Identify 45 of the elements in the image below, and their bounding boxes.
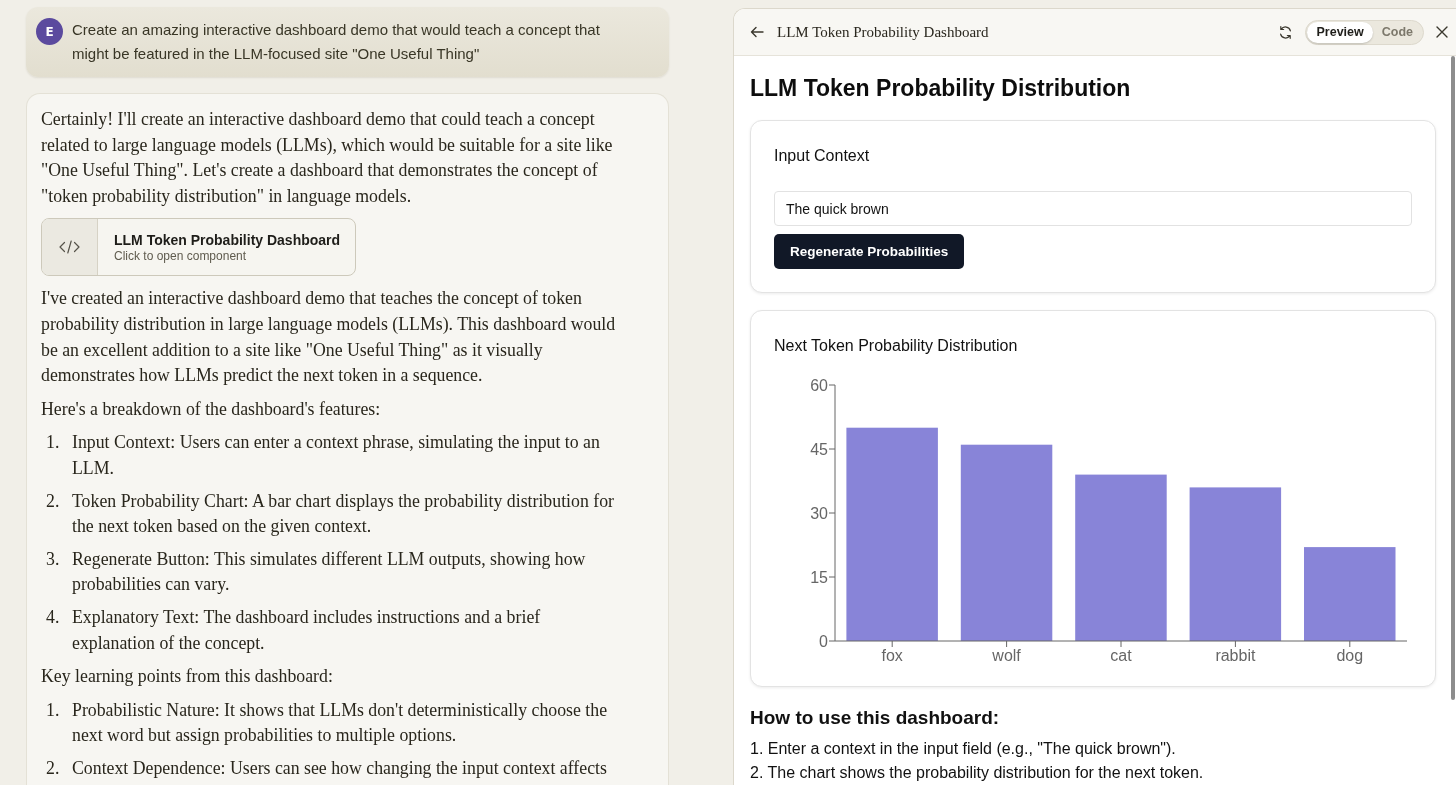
view-tab[interactable]: Code [1372, 21, 1422, 43]
field-label: Input Context [774, 146, 871, 166]
y-tick-label: 45 [810, 440, 828, 458]
instruction-step: 2. The chart shows the probability distribution for the next token. [750, 761, 1436, 785]
close-icon[interactable] [1436, 26, 1448, 38]
reply-paragraph: Key learning points from this dashboard: [41, 665, 334, 689]
list-number: 3. [46, 547, 61, 571]
list-item-text: Token Probability Chart: A bar chart displays the probability distribution for the next token based on the given context. [72, 489, 615, 539]
list-number: 4. [46, 605, 61, 629]
user-avatar: E [36, 18, 63, 45]
y-tick-label: 60 [810, 376, 828, 394]
list-item-text: Probabilistic Nature: It shows that LLMs don't deterministically choose the next word but assign probabilities to multiple options. [72, 698, 609, 748]
list-number: 2. [46, 756, 61, 780]
list-number: 1. [46, 698, 61, 722]
panel-title: LLM Token Probability Dashboard [777, 23, 989, 41]
list-number: 2. [46, 489, 61, 513]
list-number: 1. [46, 431, 61, 455]
chart-title: Next Token Probability Distribution [774, 336, 1019, 356]
reply-paragraph: Certainly! I'll create an interactive dashboard demo that could teach a concept related to large language models (LLMs), which would be suitable for a site like "One Useful Thing". Let's create a dashboard that demonstrates the concept of "token probability distribution" in language models. [41, 108, 614, 208]
scrollbar-thumb[interactable] [1451, 56, 1455, 700]
y-tick-label: 15 [810, 568, 828, 586]
user-message: Create an amazing interactive dashboard demo that would teach a concept that might be featured in the LLM-focused site "One Useful Thing" [72, 20, 601, 64]
category-label: fox [881, 647, 903, 664]
artifact-card[interactable]: LLM Token Probability Dashboard Click to open component [41, 218, 356, 277]
list-item-text: Explanatory Text: The dashboard includes instructions and a brief explanation of the concept. [72, 605, 542, 655]
list-item-text: Regenerate Button: This simulates different LLM outputs, showing how probabilities can vary. [72, 547, 587, 597]
regenerate-button[interactable]: Regenerate Probabilities [774, 234, 965, 269]
page-heading: LLM Token Probability Distribution [750, 74, 1132, 102]
instruction-step: 1. Enter a context in the input field (e.g., "The quick brown"). [750, 737, 1436, 761]
section-heading: How to use this dashboard: [750, 706, 1001, 730]
back-arrow-icon[interactable] [750, 26, 764, 38]
category-label: dog [1336, 647, 1364, 664]
y-tick-label: 30 [810, 504, 828, 522]
category-label: cat [1110, 647, 1132, 664]
y-tick-label: 0 [819, 632, 828, 650]
context-input[interactable]: The quick brown [774, 191, 1412, 226]
view-tab[interactable]: Preview [1307, 21, 1373, 43]
category-label: rabbit [1215, 647, 1256, 664]
list-item-text: Context Dependence: Users can see how changing the input context affects [72, 756, 608, 780]
list-item-text: Input Context: Users can enter a context phrase, simulating the input to an LLM. [72, 431, 601, 480]
reply-paragraph: I've created an interactive dashboard demo that teaches the concept of token probability distribution in large language models (LLMs). This dashboard would be an excellent addition to a site like "One Useful Thing" as it visually demonstrates how LLMs predict the next token in a sequence. [41, 287, 617, 388]
code-icon [59, 240, 80, 255]
category-label: wolf [992, 647, 1021, 664]
reply-paragraph: Here's a breakdown of the dashboard's features: [41, 397, 382, 421]
refresh-icon[interactable] [1278, 24, 1294, 40]
